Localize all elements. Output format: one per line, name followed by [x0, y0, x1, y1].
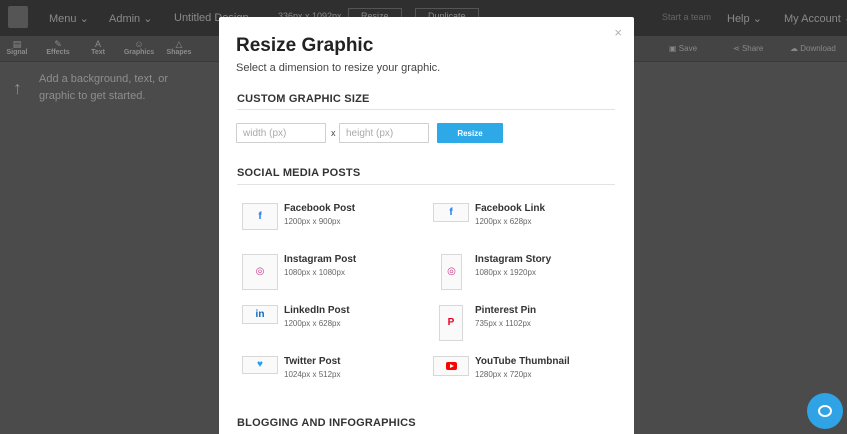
shapes-icon: △: [175, 39, 183, 49]
cloud-download-icon: ☁: [790, 44, 798, 53]
youtube-icon: [445, 362, 457, 370]
twitter-icon: ♥: [257, 359, 263, 370]
preset-instagram-post[interactable]: ◎ Instagram Post 1080px x 1080px: [242, 254, 422, 290]
preset-dimensions: 1080px x 1920px: [475, 268, 536, 277]
preset-linkedin-post[interactable]: in LinkedIn Post 1200px x 628px: [242, 305, 422, 341]
preset-thumbnail: ◎: [441, 254, 462, 290]
modal-subtitle: Select a dimension to resize your graphi…: [236, 62, 441, 74]
chevron-down-icon: ⌄: [143, 13, 153, 25]
facebook-icon: f: [449, 206, 453, 218]
height-input[interactable]: [339, 123, 429, 143]
preset-thumbnail: ◎: [242, 254, 278, 290]
preset-name: Facebook Post: [284, 203, 356, 214]
account-dropdown[interactable]: My Account ⌄: [784, 12, 847, 25]
download-button[interactable]: ☁ Download: [790, 44, 836, 53]
getting-started-tip: Add a background, text, or graphic to ge…: [39, 73, 169, 102]
preset-dimensions: 1080px x 1080px: [284, 268, 345, 277]
app-logo[interactable]: [8, 6, 28, 28]
preset-name: Instagram Post: [284, 254, 357, 265]
tool-effects[interactable]: ✎ Effects: [41, 39, 75, 56]
modal-title: Resize Graphic: [236, 35, 374, 56]
save-button[interactable]: ▣ Save: [669, 44, 697, 53]
signal-icon: ▤: [12, 39, 22, 49]
preset-thumbnail: P: [439, 305, 463, 341]
preset-dimensions: 1200px x 628px: [284, 319, 341, 328]
section-heading-custom: CUSTOM GRAPHIC SIZE: [237, 93, 370, 105]
preset-name: YouTube Thumbnail: [475, 356, 570, 367]
share-button[interactable]: ⋖ Share: [733, 44, 763, 53]
section-divider: [237, 109, 615, 110]
preset-dimensions: 735px x 1102px: [475, 319, 531, 328]
preset-name: Facebook Link: [475, 203, 546, 214]
graphics-icon: ☺: [134, 39, 144, 49]
width-input[interactable]: [236, 123, 326, 143]
resize-button[interactable]: Resize: [437, 123, 503, 143]
chat-bubble-icon: [818, 405, 832, 417]
preset-dimensions: 1200px x 900px: [284, 217, 341, 226]
tool-signal[interactable]: ▤ Signal: [0, 39, 34, 56]
preset-facebook-post[interactable]: f Facebook Post 1200px x 900px: [242, 203, 422, 239]
arrow-up-icon: ↑: [13, 78, 22, 98]
chevron-down-icon: ⌄: [752, 13, 762, 25]
facebook-icon: f: [258, 210, 262, 222]
chat-support-button[interactable]: [807, 393, 843, 429]
start-team-link[interactable]: Start a team: [662, 12, 711, 22]
section-heading-social: SOCIAL MEDIA POSTS: [237, 167, 361, 179]
preset-thumbnail: in: [242, 305, 278, 324]
preset-dimensions: 1024px x 512px: [284, 370, 341, 379]
preset-instagram-story[interactable]: ◎ Instagram Story 1080px x 1920px: [433, 254, 613, 290]
chevron-down-icon: ⌄: [79, 13, 89, 25]
preset-name: Pinterest Pin: [475, 305, 537, 316]
preset-facebook-link[interactable]: f Facebook Link 1200px x 628px: [433, 203, 613, 239]
instagram-icon: ◎: [447, 266, 456, 277]
instagram-icon: ◎: [255, 266, 265, 277]
preset-name: Instagram Story: [475, 254, 552, 265]
share-icon: ⋖: [733, 44, 740, 53]
preset-thumbnail: f: [433, 203, 469, 222]
preset-dimensions: 1280px x 720px: [475, 370, 532, 379]
preset-twitter-post[interactable]: ♥ Twitter Post 1024px x 512px: [242, 356, 422, 392]
resize-graphic-modal: × Resize Graphic Select a dimension to r…: [219, 17, 634, 434]
preset-thumbnail: ♥: [242, 356, 278, 374]
linkedin-icon: in: [255, 308, 265, 320]
help-dropdown[interactable]: Help ⌄: [727, 12, 762, 25]
text-icon: A: [94, 39, 101, 49]
preset-dimensions: 1200px x 628px: [475, 217, 532, 226]
preset-name: LinkedIn Post: [284, 305, 350, 316]
times-sign: x: [331, 128, 336, 138]
tool-shapes[interactable]: △ Shapes: [162, 39, 196, 56]
preset-youtube-thumbnail[interactable]: YouTube Thumbnail 1280px x 720px: [433, 356, 613, 392]
effects-icon: ✎: [54, 39, 62, 49]
pinterest-icon: P: [447, 317, 455, 328]
close-icon[interactable]: ×: [614, 25, 622, 40]
menu-dropdown[interactable]: Menu ⌄: [49, 12, 89, 25]
preset-thumbnail: f: [242, 203, 278, 230]
section-heading-blogging: BLOGGING AND INFOGRAPHICS: [237, 417, 416, 429]
save-icon: ▣: [669, 44, 677, 53]
section-divider: [237, 184, 615, 185]
tool-graphics[interactable]: ☺ Graphics: [122, 39, 156, 56]
preset-thumbnail: [433, 356, 469, 376]
admin-dropdown[interactable]: Admin ⌄: [109, 12, 152, 25]
preset-pinterest-pin[interactable]: P Pinterest Pin 735px x 1102px: [433, 305, 613, 341]
tool-text[interactable]: A Text: [81, 39, 115, 56]
preset-name: Twitter Post: [284, 356, 341, 367]
